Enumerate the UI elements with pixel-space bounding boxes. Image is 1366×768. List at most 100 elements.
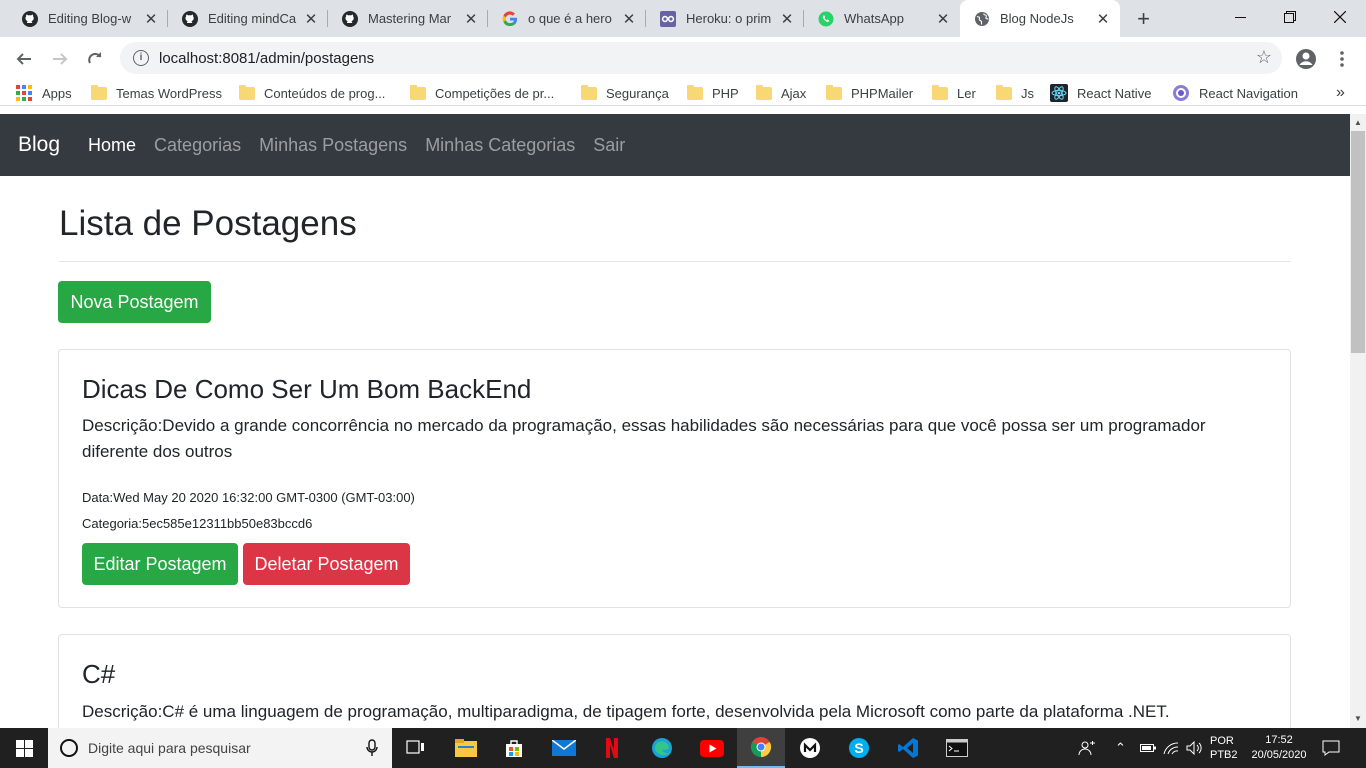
tab-editing-mind[interactable]: Editing mindCa ✕ [168,0,328,37]
tab-editing-blog[interactable]: Editing Blog-w ✕ [8,0,168,37]
delete-post-button[interactable]: Deletar Postagem [243,543,410,585]
close-tab-icon[interactable]: ✕ [142,10,160,28]
reload-button[interactable] [81,45,109,73]
bookmark-label: Ajax [781,85,807,101]
react-icon [1050,84,1068,102]
restore-button[interactable] [1264,0,1316,34]
tab-google-search[interactable]: o que é a hero ✕ [488,0,646,37]
notifications-icon[interactable] [1322,728,1340,768]
close-window-button[interactable] [1314,0,1366,34]
whatsapp-icon [818,11,834,27]
skype-icon[interactable]: S [835,728,883,768]
close-tab-icon[interactable]: ✕ [778,10,796,28]
site-info-icon[interactable]: i [133,50,149,66]
input-language[interactable]: POR PTB2 [1210,728,1238,768]
windows-start-icon[interactable] [0,728,48,768]
post-category: Categoria:5ec585e12311bb50e83bccd6 [82,516,313,531]
scroll-down-arrow-icon[interactable]: ▼ [1354,714,1362,723]
close-tab-icon[interactable]: ✕ [462,10,480,28]
address-bar[interactable]: i localhost:8081/admin/postagens ☆ [120,42,1282,74]
battery-icon[interactable] [1140,728,1156,768]
close-tab-icon[interactable]: ✕ [620,10,638,28]
url-text[interactable]: localhost:8081/admin/postagens [159,50,374,67]
tab-heroku[interactable]: Heroku: o prim ✕ [646,0,804,37]
new-tab-button[interactable]: + [1131,6,1156,31]
bookmark-react-navigation[interactable]: React Navigation [1172,83,1298,103]
tab-title: Heroku: o prim [686,11,772,26]
page-scrollbar[interactable]: ▲ ▼ [1350,114,1366,728]
bookmark-folder[interactable]: Temas WordPress [91,83,222,103]
post-title: Dicas De Como Ser Um Bom BackEnd [82,374,532,404]
bookmark-folder[interactable]: PHP [687,83,739,103]
bookmark-folder[interactable]: Js [996,83,1034,103]
volume-icon[interactable] [1186,728,1204,768]
show-hidden-icons-chevron-icon[interactable]: ⌃ [1115,728,1126,768]
bookmark-star-icon[interactable]: ☆ [1256,47,1272,68]
post-description: Descrição:C# é uma linguagem de programa… [82,702,1170,721]
close-tab-icon[interactable]: ✕ [1094,10,1112,28]
netflix-icon[interactable] [588,728,636,768]
folder-icon [826,84,842,100]
youtube-icon[interactable] [688,728,736,768]
edge-icon[interactable] [638,728,686,768]
bookmark-apps[interactable]: Apps [16,83,72,103]
minimize-button[interactable] [1214,0,1266,34]
search-placeholder[interactable]: Digite aqui para pesquisar [88,740,366,756]
forward-button[interactable] [46,45,74,73]
bookmark-folder[interactable]: Conteúdos de prog... [239,83,385,103]
mail-icon[interactable] [540,728,588,768]
close-tab-icon[interactable]: ✕ [302,10,320,28]
post-card: Dicas De Como Ser Um Bom BackEnd Descriç… [58,349,1291,608]
more-bookmarks-chevron-icon[interactable]: » [1336,83,1345,103]
scroll-up-arrow-icon[interactable]: ▲ [1354,118,1362,127]
site-navbar: Blog Home Categorias Minhas Postagens Mi… [0,114,1350,176]
microphone-icon[interactable] [366,739,378,757]
bookmark-folder[interactable]: Segurança [581,83,669,103]
bookmark-folder[interactable]: Ler [932,83,976,103]
bookmark-label: Js [1021,85,1034,101]
nav-home[interactable]: Home [88,135,136,156]
tab-whatsapp[interactable]: WhatsApp ✕ [804,0,960,37]
microsoft-store-icon[interactable] [490,728,538,768]
people-icon[interactable] [1078,728,1096,768]
github-icon [182,10,198,27]
mindmap-app-icon[interactable] [786,728,834,768]
chrome-icon[interactable] [737,728,785,768]
close-tab-icon[interactable]: ✕ [934,10,952,28]
back-button[interactable] [10,45,38,73]
bookmark-folder[interactable]: PHPMailer [826,83,913,103]
nav-minhas-postagens[interactable]: Minhas Postagens [259,135,407,156]
taskbar-search-box[interactable]: Digite aqui para pesquisar [48,728,392,768]
nav-minhas-categorias[interactable]: Minhas Categorias [425,135,575,156]
bookmark-label: Temas WordPress [116,85,222,101]
tab-blog-nodejs[interactable]: Blog NodeJs ✕ [960,0,1120,37]
folder-icon [687,84,703,100]
new-post-button[interactable]: Nova Postagem [58,281,211,323]
task-view-icon[interactable] [392,728,440,768]
profile-avatar-icon[interactable] [1292,45,1320,73]
file-explorer-icon[interactable] [442,728,490,768]
vscode-icon[interactable] [884,728,932,768]
edit-post-button[interactable]: Editar Postagem [82,543,238,585]
menu-kebab-icon[interactable] [1328,45,1356,73]
browser-toolbar: i localhost:8081/admin/postagens ☆ [0,37,1366,79]
bookmark-react-native[interactable]: React Native [1050,83,1151,103]
folder-icon [996,84,1012,100]
navbar-brand[interactable]: Blog [18,133,60,157]
bookmark-label: Conteúdos de prog... [264,85,386,101]
folder-icon [410,84,426,100]
wifi-icon[interactable] [1163,728,1179,768]
language-code: POR [1210,735,1234,747]
nav-sair[interactable]: Sair [593,135,625,156]
nav-categorias[interactable]: Categorias [154,135,241,156]
clock-date: 20/05/2020 [1251,749,1307,761]
heroku-icon [660,10,676,27]
folder-icon [756,84,772,100]
scrollbar-thumb[interactable] [1351,131,1365,353]
clock[interactable]: 17:52 20/05/2020 [1248,728,1310,768]
bookmark-folder[interactable]: Ajax [756,83,806,103]
tab-mastering[interactable]: Mastering Mar ✕ [328,0,488,37]
terminal-icon[interactable] [933,728,981,768]
windows-taskbar: Digite aqui para pesquisar S ⌃ POR PTB2 … [0,728,1366,768]
bookmark-folder[interactable]: Competições de pr... [410,83,554,103]
